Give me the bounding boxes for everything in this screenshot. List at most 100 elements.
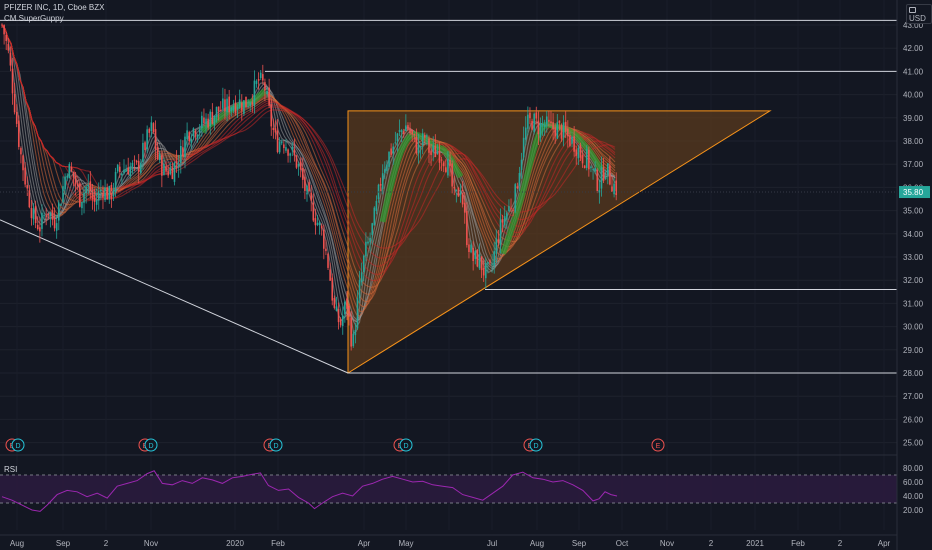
candle-body — [426, 135, 428, 137]
candle-body — [379, 183, 382, 186]
candle-body — [365, 241, 367, 257]
candle-body — [415, 136, 418, 154]
candle-body — [213, 115, 216, 126]
candle-body — [463, 202, 466, 213]
candle-body — [480, 256, 483, 271]
candle-body — [173, 162, 176, 182]
candle-body — [394, 142, 397, 144]
candle-body — [449, 159, 451, 166]
candle-body — [402, 131, 405, 134]
candle-body — [152, 123, 155, 133]
candle-body — [405, 125, 407, 132]
candle-body — [106, 187, 108, 200]
candle-body — [350, 317, 352, 347]
candle-body — [613, 183, 615, 195]
candle-body — [367, 241, 369, 244]
candle-body — [222, 98, 224, 109]
candle-body — [518, 172, 521, 186]
candle-body — [438, 151, 441, 163]
candle-body — [76, 183, 79, 187]
rsi-legend[interactable]: RSI — [4, 465, 17, 474]
candle-body — [442, 162, 445, 167]
guppy-bull-band — [200, 88, 267, 134]
candle-body — [594, 167, 596, 172]
candle-body — [121, 173, 123, 176]
price-tick-label: 28.00 — [903, 369, 924, 378]
candle-body — [369, 237, 371, 243]
rsi-tick-label: 40.00 — [903, 492, 924, 501]
currency-label: USD — [909, 14, 926, 23]
candle-body — [72, 171, 75, 178]
candle-body — [375, 200, 378, 211]
time-tick-label: 2 — [104, 539, 109, 548]
candle-body — [297, 164, 300, 167]
candle-body — [79, 183, 81, 207]
time-tick-label: 2020 — [226, 539, 244, 548]
candle-body — [320, 225, 323, 229]
currency-button[interactable]: USD — [906, 4, 932, 24]
candle-body — [60, 204, 62, 206]
candle-body — [85, 186, 87, 194]
candle-body — [419, 147, 422, 149]
candle-body — [520, 159, 523, 170]
candle-body — [249, 102, 252, 107]
candle-body — [262, 74, 264, 81]
symbol-legend[interactable]: PFIZER INC, 1D, Cboe BZX — [4, 3, 104, 12]
candle-body — [434, 145, 437, 157]
candle-body — [604, 177, 607, 179]
time-tick-label: Sep — [56, 539, 71, 548]
candle-body — [514, 184, 517, 212]
event-marker-letter: D — [148, 443, 153, 450]
candle-body — [146, 129, 148, 150]
candle-body — [87, 184, 90, 187]
candle-body — [531, 120, 533, 130]
candle-body — [430, 150, 432, 156]
price-tick-label: 30.00 — [903, 323, 924, 332]
candle-body — [272, 127, 275, 131]
candle-body — [270, 104, 273, 127]
candle-body — [491, 264, 493, 265]
candle-body — [478, 254, 481, 269]
time-tick-label: Nov — [144, 539, 158, 548]
candle-body — [203, 117, 205, 124]
candle-body — [293, 149, 296, 156]
price-tick-label: 31.00 — [903, 299, 924, 308]
candle-body — [11, 68, 14, 94]
candle-body — [280, 142, 283, 144]
candle-body — [554, 127, 556, 137]
candle-body — [304, 177, 306, 191]
candle-body — [579, 145, 582, 158]
candle-body — [451, 163, 453, 187]
candle-body — [560, 124, 563, 139]
candle-body — [524, 127, 527, 140]
candle-body — [539, 123, 542, 138]
candle-body — [329, 269, 331, 281]
candle-body — [386, 164, 388, 171]
candle-body — [62, 186, 64, 202]
candle-body — [245, 96, 247, 108]
candle-body — [569, 135, 571, 146]
candle-body — [142, 142, 144, 162]
indicator-legend[interactable]: CM SuperGuppy — [4, 14, 64, 23]
candle-body — [205, 118, 207, 124]
candle-body — [331, 277, 334, 301]
candle-body — [487, 261, 489, 264]
current-price-tag-label: 35.80 — [903, 188, 924, 197]
chart-canvas[interactable]: EDEDEDEDEDE 25.0026.0027.0028.0029.0030.… — [0, 0, 932, 550]
candle-body — [459, 192, 462, 195]
candle-body — [179, 145, 182, 163]
candle-body — [226, 98, 228, 113]
candle-body — [276, 130, 279, 153]
time-tick-label: Nov — [660, 539, 674, 548]
candle-body — [390, 148, 392, 155]
candle-body — [30, 207, 33, 219]
candle-body — [337, 309, 340, 323]
candle-body — [41, 212, 43, 229]
candle-body — [274, 128, 277, 133]
candle-body — [51, 210, 54, 220]
candle-body — [392, 146, 395, 154]
price-tick-label: 35.00 — [903, 207, 924, 216]
candle-body — [489, 260, 491, 263]
candle-body — [190, 139, 193, 143]
event-marker-letter: D — [273, 443, 278, 450]
